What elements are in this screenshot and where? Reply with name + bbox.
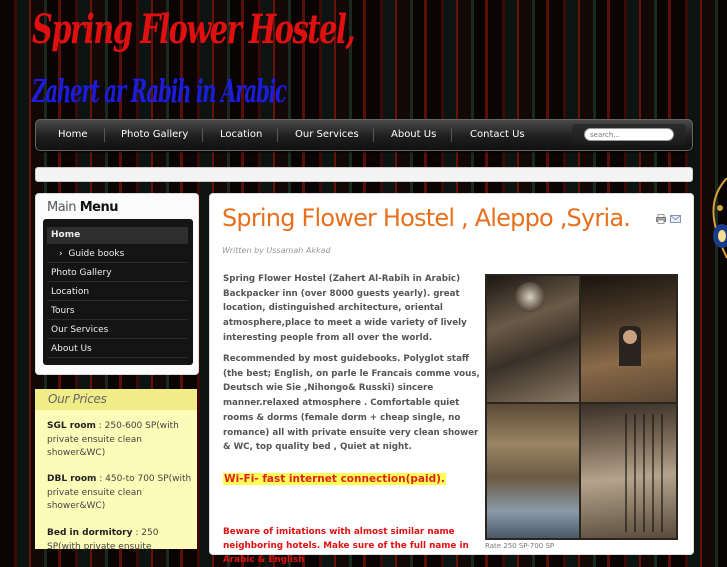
nav-separator xyxy=(373,128,374,142)
site-title[interactable]: Spring Flower Hostel, xyxy=(32,6,355,53)
main-menu: Home › Guide books Photo Gallery Locatio… xyxy=(43,219,193,365)
prices-title: Our Prices xyxy=(48,392,107,406)
breadcrumb-bar xyxy=(35,167,693,182)
nav-separator xyxy=(202,128,203,142)
menu-item-location[interactable]: Location xyxy=(47,284,188,301)
menu-item-guide-books-label: Guide books xyxy=(68,249,125,259)
chevron-right-icon: › xyxy=(59,249,63,259)
menu-item-tours[interactable]: Tours xyxy=(47,303,188,320)
menu-item-about-us[interactable]: About Us xyxy=(47,341,188,358)
menu-item-our-services[interactable]: Our Services xyxy=(47,322,188,339)
article-author: Written by Ussamah Akkad xyxy=(222,246,331,255)
main-menu-heading-light: Main xyxy=(47,200,77,215)
prices-header: Our Prices xyxy=(35,389,197,410)
main-menu-module: Main Menu Home › Guide books Photo Galle… xyxy=(35,193,199,375)
nav-separator xyxy=(104,128,105,142)
nav-separator xyxy=(277,128,278,142)
price-dorm: Bed in dormitory : 250 SP(with private e… xyxy=(47,527,192,554)
price-label: Bed in dormitory xyxy=(47,528,133,538)
main-menu-heading: Main Menu xyxy=(47,200,118,215)
nav-about-us[interactable]: About Us xyxy=(391,120,436,150)
search-box: search... xyxy=(572,124,686,145)
imitation-warning: Beware of imitations with almost similar… xyxy=(223,527,469,565)
site-subtitle: Zahert ar Rabih in Arabic xyxy=(32,72,287,110)
search-input[interactable]: search... xyxy=(584,128,674,141)
menu-item-photo-gallery[interactable]: Photo Gallery xyxy=(47,265,188,282)
price-dbl: DBL room : 450-to 700 SP(with private en… xyxy=(47,473,192,514)
price-sgl: SGL room : 250-600 SP(with private ensui… xyxy=(47,420,192,461)
article: Spring Flower Hostel , Aleppo ,Syria. Wr… xyxy=(209,193,694,565)
photo-caption: Rate 250 SP-700 SP xyxy=(485,542,555,550)
email-icon[interactable] xyxy=(670,215,681,223)
article-title[interactable]: Spring Flower Hostel , Aleppo ,Syria. xyxy=(222,204,631,232)
menu-item-guide-books[interactable]: › Guide books xyxy=(47,246,188,263)
nav-contact-us[interactable]: Contact Us xyxy=(470,120,525,150)
price-label: DBL room xyxy=(47,474,97,484)
nav-separator xyxy=(451,128,452,142)
hostel-photo-collage[interactable] xyxy=(485,274,678,540)
article-paragraph-1: Spring Flower Hostel (Zahert Al-Rabih in… xyxy=(223,274,467,343)
nav-location[interactable]: Location xyxy=(220,120,262,150)
wifi-notice: Wi-Fi- fast internet connection(paid). xyxy=(223,473,446,485)
article-paragraph-2: Recommended by most guidebooks. Polyglot… xyxy=(223,354,480,453)
decorative-lamp-image xyxy=(712,178,727,259)
site-header: Spring Flower Hostel, Zahert ar Rabih in… xyxy=(0,0,727,118)
nav-home[interactable]: Home xyxy=(58,120,88,150)
nav-our-services[interactable]: Our Services xyxy=(295,120,359,150)
prices-module: Our Prices SGL room : 250-600 SP(with pr… xyxy=(35,389,197,552)
main-nav: Home Photo Gallery Location Our Services… xyxy=(35,119,693,151)
menu-item-home[interactable]: Home xyxy=(47,227,188,244)
nav-photo-gallery[interactable]: Photo Gallery xyxy=(121,120,188,150)
price-label: SGL room xyxy=(47,421,96,431)
main-menu-heading-bold: Menu xyxy=(79,200,119,215)
print-icon[interactable] xyxy=(656,214,666,224)
